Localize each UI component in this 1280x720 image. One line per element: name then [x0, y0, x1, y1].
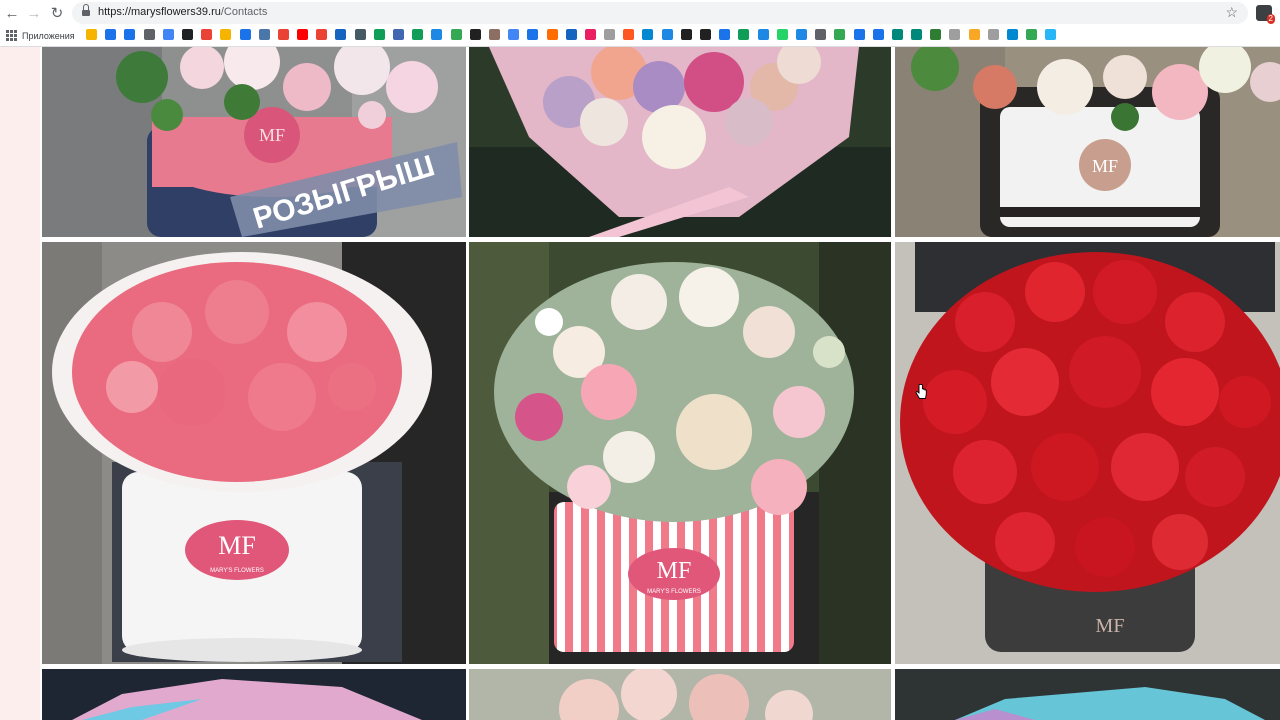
gallery-tile-bottom-right[interactable] [895, 669, 1280, 720]
hatbox-logo: MF [657, 558, 692, 584]
bookmarks-bar: Приложения [0, 26, 1280, 47]
address-bar[interactable]: https://marysflowers39.ru/Contacts ☆ [72, 2, 1248, 24]
apps-bookmark[interactable]: Приложения [6, 30, 75, 41]
hatbox-logo: MF [218, 531, 256, 560]
bookmark-favicon-icon[interactable] [488, 29, 500, 40]
bookmark-favicon-icon[interactable] [508, 29, 520, 40]
bookmark-favicon-icon[interactable] [565, 29, 577, 40]
hatbox-logo: MF [259, 125, 285, 145]
bouquet-photo: MF MARY'S FLOWERS [42, 242, 466, 664]
bookmark-favicon-icon[interactable] [258, 29, 270, 40]
hatbox-logo: MF [1096, 615, 1125, 637]
bookmark-favicon-icon[interactable] [738, 29, 750, 40]
apps-grid-icon [6, 30, 17, 41]
bookmark-favicon-icon[interactable] [834, 29, 846, 40]
bookmark-favicon-icon[interactable] [277, 29, 289, 40]
bookmark-favicon-icon[interactable] [431, 29, 443, 40]
gallery-tile-top-left[interactable]: MF РОЗЫГРЫШ [42, 47, 466, 237]
url-host: https://marysflowers39.ru [98, 6, 221, 18]
bookmark-favicon-icon[interactable] [604, 29, 616, 40]
bookmark-star-icon[interactable]: ☆ [1225, 4, 1238, 21]
bouquet-photo [42, 669, 466, 720]
bookmark-favicon-icon[interactable] [335, 29, 347, 40]
bookmark-favicon-icon[interactable] [872, 29, 884, 40]
gallery-tile-top-right[interactable]: MF [895, 47, 1280, 237]
bouquet-photo: MF РОЗЫГРЫШ [42, 47, 466, 237]
bookmark-favicon-icon[interactable] [700, 29, 711, 40]
left-margin [0, 47, 40, 720]
hatbox-logo: MF [1092, 156, 1118, 176]
bookmark-favicon-icon[interactable] [661, 29, 673, 40]
bouquet-photo [895, 669, 1280, 720]
bookmark-favicon-icon[interactable] [680, 29, 692, 40]
bookmark-favicon-icon[interactable] [815, 29, 827, 40]
bookmark-favicon-icon[interactable] [987, 29, 999, 40]
back-icon[interactable]: ← [2, 3, 22, 23]
bookmark-favicon-icon[interactable] [776, 29, 788, 40]
page-content: MF РОЗЫГРЫШ MF MF MARY'S FLOWERS MF MARY… [0, 47, 1280, 720]
url-path: /Contacts [220, 6, 268, 18]
bookmark-favicon-icon[interactable] [124, 29, 136, 40]
hatbox-logo-sub: MARY'S FLOWERS [210, 568, 264, 574]
bookmark-favicon-icon[interactable] [968, 29, 980, 40]
hatbox-logo-sub: MARY'S FLOWERS [647, 589, 701, 595]
bookmark-favicon-icon[interactable] [853, 29, 865, 40]
bookmark-favicon-icon[interactable] [297, 29, 309, 40]
bookmark-favicon-icon[interactable] [623, 29, 635, 40]
bookmark-favicon-icon[interactable] [373, 29, 385, 40]
reload-icon[interactable]: ↻ [47, 3, 67, 23]
bookmark-favicon-icon[interactable] [719, 29, 731, 40]
extension-icon[interactable]: 2 [1256, 5, 1275, 24]
bookmark-favicon-icon[interactable] [220, 29, 232, 40]
bookmark-favicon-icon[interactable] [1045, 29, 1057, 40]
gallery-tile-mid-middle[interactable]: MF MARY'S FLOWERS [469, 242, 891, 664]
bookmark-favicon-icon[interactable] [450, 29, 462, 40]
bookmark-favicon-icon[interactable] [891, 29, 903, 40]
bookmark-favicon-icon[interactable] [143, 29, 155, 40]
bookmark-favicon-icon[interactable] [412, 29, 424, 40]
bookmark-favicon-icon[interactable] [105, 29, 117, 40]
bookmark-favicon-icon[interactable] [393, 29, 404, 40]
gallery-tile-mid-right[interactable]: MF [895, 242, 1280, 664]
url-text: https://marysflowers39.ru/Contacts [98, 6, 267, 18]
bookmark-favicon-icon[interactable] [201, 29, 213, 40]
bouquet-photo: MF [895, 242, 1280, 664]
apps-label: Приложения [22, 30, 75, 41]
bookmark-favicon-icon[interactable] [239, 29, 251, 40]
extension-badge: 2 [1266, 14, 1275, 24]
bouquet-photo [469, 47, 891, 237]
bookmark-favicon-icon[interactable] [86, 29, 97, 40]
bookmark-favicon-icon[interactable] [584, 29, 596, 40]
bookmark-favicon-icon[interactable] [354, 29, 366, 40]
bookmark-favicon-icon[interactable] [546, 29, 558, 40]
bookmark-favicon-icon[interactable] [1007, 29, 1018, 40]
bookmark-favicons [86, 29, 1057, 40]
gallery-tile-mid-left[interactable]: MF MARY'S FLOWERS [42, 242, 466, 664]
bouquet-photo [469, 669, 891, 720]
browser-toolbar: ← → ↻ https://marysflowers39.ru/Contacts… [0, 0, 1280, 26]
forward-icon[interactable]: → [24, 3, 44, 23]
bouquet-photo: MF MARY'S FLOWERS [469, 242, 891, 664]
bookmark-favicon-icon[interactable] [642, 29, 654, 40]
gallery-tile-top-middle[interactable] [469, 47, 891, 237]
bookmark-favicon-icon[interactable] [911, 29, 923, 40]
bookmark-favicon-icon[interactable] [469, 29, 481, 40]
bookmark-favicon-icon[interactable] [162, 29, 174, 40]
bookmark-favicon-icon[interactable] [181, 29, 193, 40]
bookmark-favicon-icon[interactable] [930, 29, 942, 40]
bookmark-favicon-icon[interactable] [757, 29, 769, 40]
bookmark-favicon-icon[interactable] [1026, 29, 1038, 40]
gallery-tile-bottom-left[interactable] [42, 669, 466, 720]
bookmark-favicon-icon[interactable] [316, 29, 328, 40]
bookmark-favicon-icon[interactable] [527, 29, 539, 40]
gallery-tile-bottom-middle[interactable] [469, 669, 891, 720]
bouquet-photo: MF [895, 47, 1280, 237]
hand-cursor-icon [915, 384, 927, 399]
lock-icon [82, 4, 90, 16]
bookmark-favicon-icon[interactable] [795, 29, 807, 40]
bookmark-favicon-icon[interactable] [949, 29, 961, 40]
